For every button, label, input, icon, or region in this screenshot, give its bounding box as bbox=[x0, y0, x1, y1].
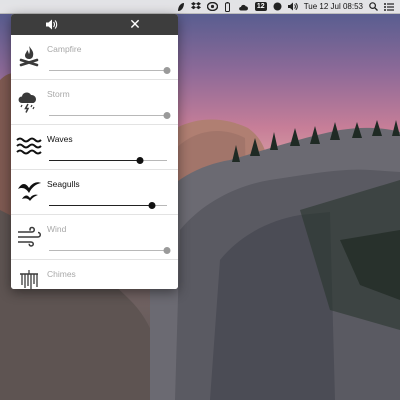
volume-slider[interactable] bbox=[49, 112, 171, 120]
sound-list: Campfire Storm Waves Seagulls Wind Chime… bbox=[11, 35, 178, 289]
noizio-popover: ✕ Campfire Storm Waves Seagulls Wind Chi… bbox=[11, 14, 178, 289]
menu-bar: 12 Tue 12 Jul 08:53 bbox=[0, 0, 400, 14]
slider-fill bbox=[49, 250, 167, 251]
wind-icon bbox=[16, 223, 42, 249]
sound-row-chimes[interactable]: Chimes bbox=[11, 260, 178, 289]
chimes-icon bbox=[16, 268, 42, 289]
slider-fill bbox=[49, 160, 140, 161]
storm-icon bbox=[16, 88, 42, 114]
slider-thumb[interactable] bbox=[136, 157, 144, 164]
volume-slider[interactable] bbox=[49, 247, 171, 255]
dropbox-icon[interactable] bbox=[190, 0, 201, 14]
volume-icon[interactable] bbox=[287, 0, 298, 14]
sound-row-seagulls[interactable]: Seagulls bbox=[11, 170, 178, 215]
slider-thumb[interactable] bbox=[163, 67, 171, 74]
sound-label: Campfire bbox=[47, 44, 82, 54]
sound-row-storm[interactable]: Storm bbox=[11, 80, 178, 125]
slider-fill bbox=[49, 115, 167, 116]
cloud-icon[interactable] bbox=[238, 0, 249, 14]
volume-icon[interactable] bbox=[45, 14, 59, 35]
slider-fill bbox=[49, 70, 167, 71]
volume-slider[interactable] bbox=[49, 67, 171, 75]
search-icon[interactable] bbox=[369, 0, 378, 14]
seagulls-icon bbox=[16, 178, 42, 204]
waves-icon bbox=[16, 133, 42, 159]
sound-row-campfire[interactable]: Campfire bbox=[11, 35, 178, 80]
circle-icon[interactable] bbox=[273, 0, 282, 14]
campfire-icon bbox=[16, 43, 42, 69]
sound-row-waves[interactable]: Waves bbox=[11, 125, 178, 170]
creative-cloud-icon[interactable] bbox=[206, 0, 218, 14]
leaf-icon[interactable] bbox=[177, 0, 185, 14]
calendar-badge: 12 bbox=[254, 2, 267, 11]
sound-row-wind[interactable]: Wind bbox=[11, 215, 178, 260]
slider-thumb[interactable] bbox=[163, 247, 171, 254]
list-icon[interactable] bbox=[384, 0, 394, 14]
slider-thumb[interactable] bbox=[163, 112, 171, 119]
sound-label: Chimes bbox=[47, 269, 76, 279]
volume-slider[interactable] bbox=[49, 202, 167, 210]
calendar-icon[interactable]: 12 bbox=[254, 0, 267, 14]
popover-header: ✕ bbox=[11, 14, 178, 35]
sound-label: Wind bbox=[47, 224, 67, 234]
sound-label: Seagulls bbox=[47, 179, 80, 189]
menubar-clock[interactable]: Tue 12 Jul 08:53 bbox=[304, 2, 363, 11]
volume-slider[interactable] bbox=[49, 157, 167, 165]
slider-fill bbox=[49, 205, 152, 206]
sound-label: Waves bbox=[47, 134, 73, 144]
sound-label: Storm bbox=[47, 89, 70, 99]
close-icon[interactable]: ✕ bbox=[128, 14, 142, 35]
slider-thumb[interactable] bbox=[148, 202, 156, 209]
battery-icon[interactable] bbox=[224, 0, 232, 14]
